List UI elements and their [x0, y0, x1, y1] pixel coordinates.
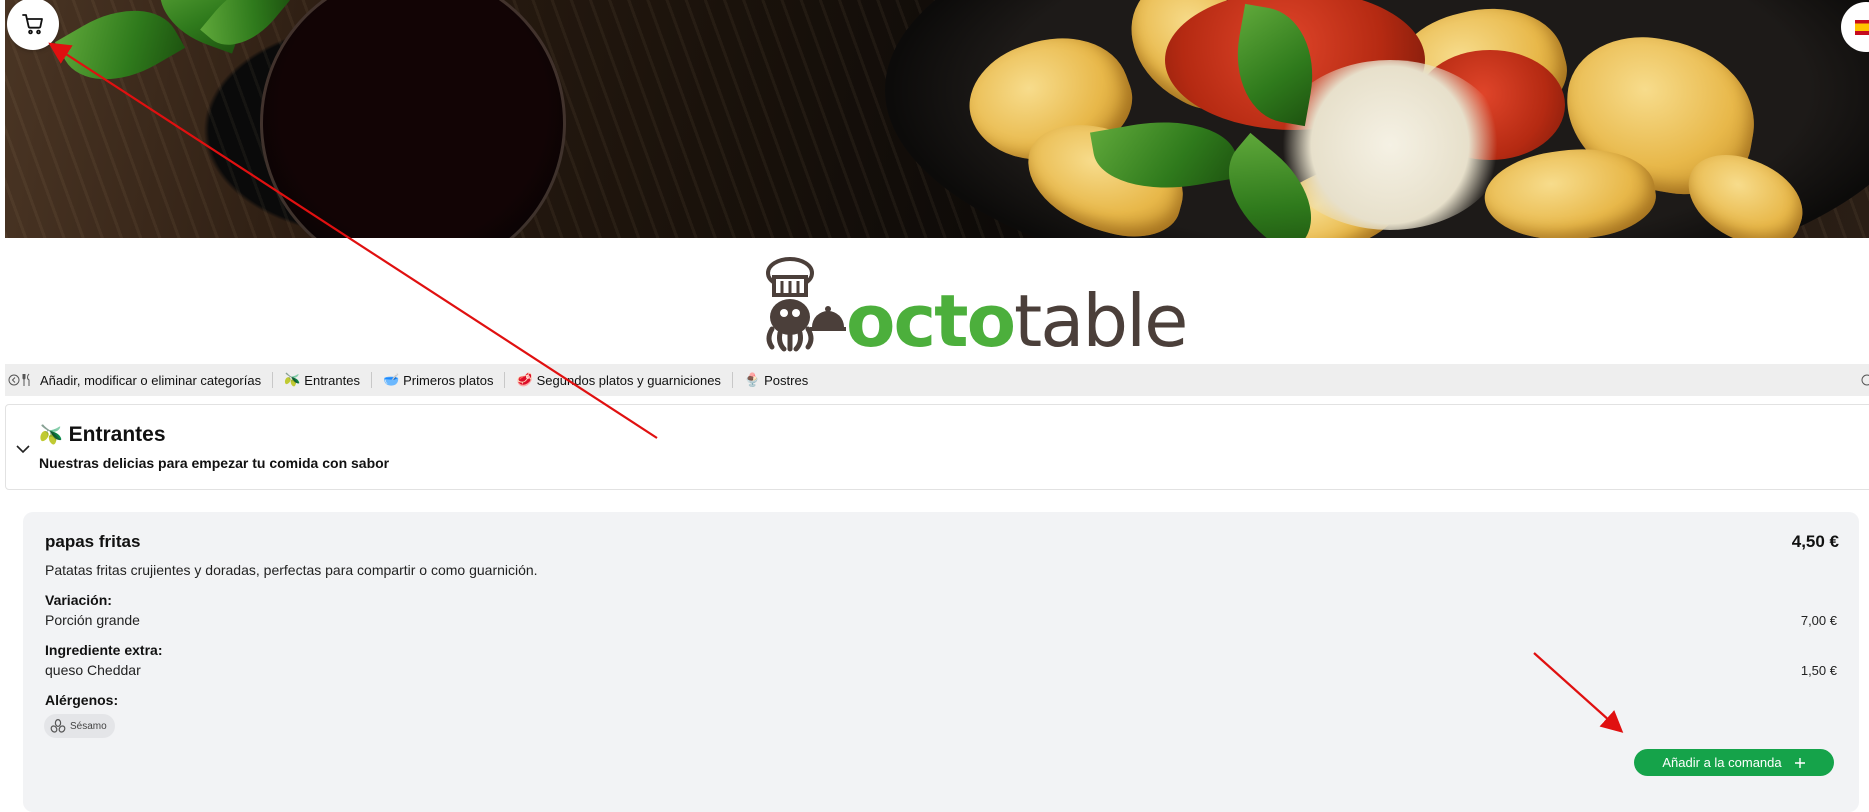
- manage-categories-link[interactable]: Añadir, modificar o eliminar categorías: [22, 373, 261, 388]
- olive-icon: 🫒: [284, 372, 301, 387]
- category-tab-primeros-platos[interactable]: 🥣 Primeros platos: [383, 372, 494, 388]
- allergen-badge: Sésamo: [44, 714, 115, 738]
- octotable-logo: octotable: [762, 255, 1188, 363]
- shopping-cart-icon: [22, 14, 43, 35]
- category-tab-postres[interactable]: 🍨 Postres: [744, 372, 808, 388]
- olive-icon: 🫒: [39, 425, 63, 446]
- extra-ingredient-name: queso Cheddar: [45, 662, 141, 678]
- allergen-label: Sésamo: [70, 720, 107, 732]
- ice-cream-icon: 🍨: [743, 372, 761, 387]
- fork-knife-icon: [22, 373, 30, 386]
- chevron-down-icon[interactable]: [16, 441, 30, 459]
- add-to-order-label: Añadir a la comanda: [1662, 755, 1782, 770]
- category-tab-label: Segundos platos y guarniciones: [536, 372, 721, 388]
- section-title-text: Entrantes: [68, 423, 166, 446]
- add-to-order-button[interactable]: Añadir a la comanda: [1634, 749, 1834, 776]
- category-tab-segundos-platos[interactable]: 🥩 Segundos platos y guarniciones: [516, 372, 720, 388]
- category-tab-label: Postres: [764, 372, 809, 388]
- extra-ingredient-price: 1,50 €: [1800, 663, 1837, 678]
- product-description: Patatas fritas crujientes y doradas, per…: [45, 562, 538, 578]
- chevron-left-circle-icon[interactable]: [8, 374, 20, 386]
- chevron-right-circle-icon[interactable]: [1861, 374, 1869, 386]
- extra-ingredient-label: Ingrediente extra:: [45, 642, 163, 658]
- section-title: 🫒 Entrantes: [39, 423, 166, 447]
- section-subtitle: Nuestras delicias para empezar tu comida…: [39, 455, 390, 471]
- variation-price: 7,00 €: [1800, 613, 1837, 628]
- product-price: 4,50 €: [1791, 532, 1839, 551]
- manage-categories-label: Añadir, modificar o eliminar categorías: [40, 372, 262, 388]
- bowl-icon: 🥣: [382, 372, 400, 387]
- allergens-label: Alérgenos:: [45, 692, 119, 708]
- plus-icon: [1794, 757, 1805, 768]
- logo-word-octo: octo: [846, 279, 1016, 363]
- product-name: papas fritas: [45, 532, 141, 551]
- sesame-icon: [50, 719, 66, 733]
- spain-flag-icon: [1855, 19, 1869, 35]
- variation-name: Porción grande: [45, 612, 140, 628]
- category-bar: Añadir, modificar o eliminar categorías …: [5, 364, 1869, 396]
- category-section-header[interactable]: 🫒 Entrantes Nuestras delicias para empez…: [5, 404, 1869, 490]
- steak-icon: 🥩: [516, 372, 533, 387]
- category-tab-label: Primeros platos: [403, 372, 494, 388]
- logo-word-table: table: [1014, 279, 1188, 363]
- product-card[interactable]: papas fritas 4,50 € Patatas fritas cruji…: [23, 512, 1859, 812]
- cart-button[interactable]: [7, 0, 59, 50]
- cloche-icon: [810, 306, 846, 331]
- category-tab-entrantes[interactable]: 🫒 Entrantes: [284, 372, 360, 388]
- hero-banner-image: [5, 0, 1869, 238]
- variation-label: Variación:: [45, 592, 112, 608]
- category-tab-label: Entrantes: [304, 372, 360, 388]
